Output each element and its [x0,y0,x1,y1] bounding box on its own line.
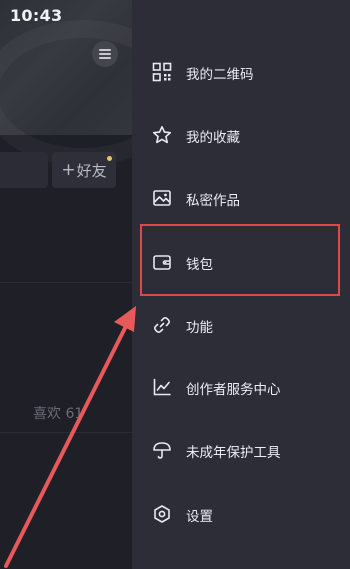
drawer-item-features[interactable]: 功能 [132,305,350,345]
plus-icon: + [61,160,76,180]
private-image-icon [153,190,171,206]
drawer-item-label: 设置 [186,509,213,525]
drawer-item-private-works[interactable]: 私密作品 [132,178,350,218]
menu-icon [99,49,111,59]
drawer-item-label: 私密作品 [186,193,240,209]
drawer-item-label: 功能 [186,320,213,336]
drawer-item-favorites[interactable]: 我的收藏 [132,115,350,155]
divider [0,432,132,433]
settings-icon [154,505,170,523]
drawer-item-qr-code[interactable]: 我的二维码 [132,52,350,92]
drawer-item-minor-protection[interactable]: 未成年保护工具 [132,430,350,470]
add-friend-button[interactable]: + 好友 [52,152,116,188]
link-icon [154,317,170,333]
umbrella-icon [153,442,171,459]
qr-code-icon [152,62,172,82]
chart-icon [153,378,171,396]
menu-button[interactable] [92,41,118,67]
edit-profile-button[interactable] [0,152,48,188]
profile-page-dimmed[interactable]: + 好友 喜欢 61 [0,0,132,569]
star-icon [152,126,172,144]
drawer-item-label: 未成年保护工具 [186,445,281,461]
divider [0,282,132,283]
tab-likes[interactable]: 喜欢 61 [33,403,83,423]
status-time: 10:43 [10,6,63,25]
notification-dot [107,156,112,161]
wallet-highlight-box [140,224,340,296]
drawer-item-settings[interactable]: 设置 [132,494,350,534]
header-pattern [0,20,132,166]
drawer-item-label: 创作者服务中心 [186,382,281,398]
drawer-item-label: 我的二维码 [186,67,254,83]
drawer-item-label: 我的收藏 [186,130,240,146]
add-friend-label: 好友 [76,161,107,180]
drawer-item-creator-center[interactable]: 创作者服务中心 [132,367,350,407]
